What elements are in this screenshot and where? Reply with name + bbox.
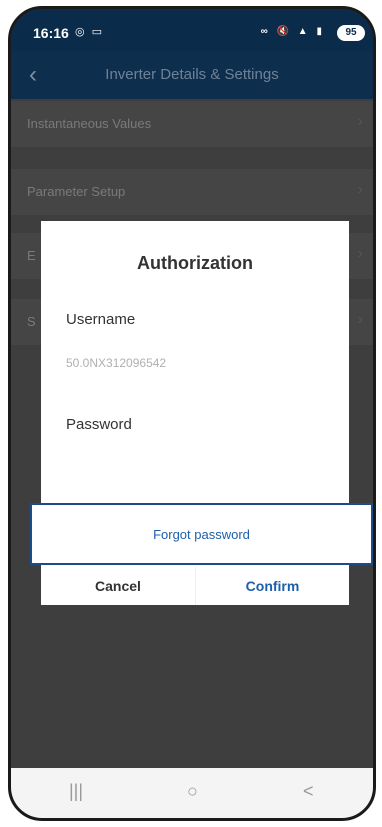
password-label: Password (66, 416, 132, 433)
dialog-title: Authorization (137, 253, 253, 273)
forgot-password-link[interactable]: Forgot password (30, 503, 373, 565)
confirm-button[interactable]: Confirm (195, 567, 349, 605)
username-label: Username (66, 311, 136, 328)
battery-icon: 95 (337, 25, 365, 41)
recent-apps-icon[interactable]: ||| (69, 781, 83, 802)
status-bar: 16:16 ◎ ▭ ∞ 🔇 ▲ ▮ 95 (11, 9, 373, 51)
menu-item-label: S (27, 314, 36, 329)
status-time: 16:16 (33, 25, 69, 41)
forgot-password-label: Forgot password (153, 527, 250, 542)
phone-frame: 16:16 ◎ ▭ ∞ 🔇 ▲ ▮ 95 ‹ Inverter Details … (8, 6, 376, 821)
page-title: Inverter Details & Settings (105, 66, 279, 83)
chevron-right-icon: › (357, 245, 363, 262)
authorization-dialog: Authorization Username 50.0NX312096542 P… (30, 221, 373, 605)
system-icons: ∞ 🔇 ▲ ▮ (260, 26, 325, 37)
cancel-button[interactable]: Cancel (41, 567, 195, 605)
system-nav-bar: ||| ○ < (11, 768, 373, 818)
home-icon[interactable]: ○ (187, 781, 198, 802)
menu-item-parameter-setup[interactable]: Parameter Setup › (11, 169, 373, 215)
menu-item-instantaneous-values[interactable]: Instantaneous Values › (11, 101, 373, 147)
chevron-right-icon: › (357, 113, 363, 130)
menu-item-label: E (27, 248, 36, 263)
app-bar: ‹ Inverter Details & Settings (11, 51, 373, 99)
username-value[interactable]: 50.0NX312096542 (66, 356, 166, 370)
chevron-right-icon: › (357, 311, 363, 328)
back-icon[interactable]: < (303, 781, 314, 802)
dialog-actions: Cancel Confirm (41, 567, 349, 605)
notification-icons: ◎ ▭ (75, 26, 105, 38)
chevron-right-icon: › (357, 181, 363, 198)
password-field[interactable] (66, 445, 324, 477)
menu-item-label: Parameter Setup (27, 184, 126, 199)
menu-item-label: Instantaneous Values (27, 116, 152, 131)
